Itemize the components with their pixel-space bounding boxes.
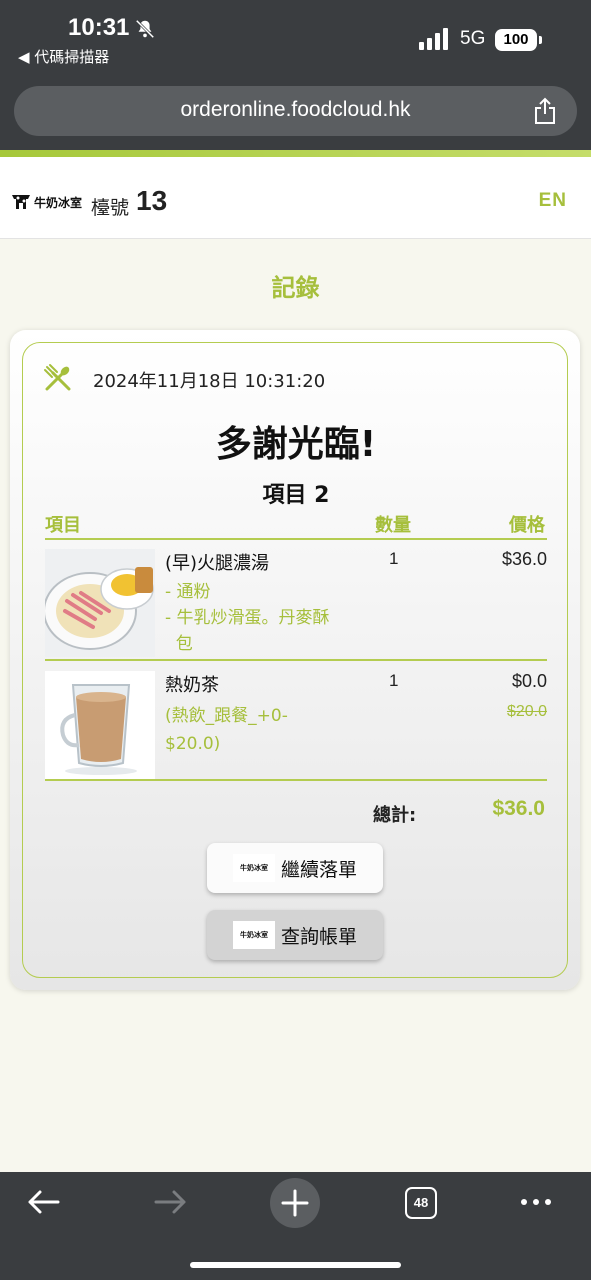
url-text: orderonline.foodcloud.hk (180, 98, 411, 121)
column-header-item: 項目 (45, 515, 81, 536)
item-option: $20.0) (165, 734, 221, 754)
order-row: 熱奶茶 (熱飲_跟餐_+0- $20.0) 1 $0.0 $20.0 (45, 671, 547, 779)
item-option: - 通粉 (165, 582, 211, 602)
url-bar[interactable]: orderonline.foodcloud.hk (14, 86, 577, 136)
drink-image (45, 671, 155, 779)
item-qty: 1 (389, 671, 399, 690)
item-count: 項目 2 (262, 483, 330, 508)
divider (45, 779, 547, 781)
item-qty: 1 (389, 549, 399, 568)
accent-strip (0, 150, 591, 157)
table-number: 13 (136, 185, 168, 216)
item-price: $36.0 (501, 549, 547, 569)
item-option: (熱飲_跟餐_+0- (165, 706, 288, 726)
item-original-price: $20.0 (506, 703, 547, 720)
total-value: $36.0 (492, 797, 545, 820)
order-row: (早)火腿濃湯 - 通粉 - 牛乳炒滑蛋。丹麥酥 包 1 $36.0 (45, 549, 547, 657)
item-option: 包 (165, 634, 193, 654)
thank-you-heading: 多謝光臨! (215, 424, 377, 465)
page-title: 記錄 (271, 274, 320, 302)
food-image (45, 549, 155, 657)
language-toggle[interactable]: EN (539, 190, 567, 212)
item-name: (早)火腿濃湯 (165, 553, 270, 574)
battery-indicator: 100 (495, 29, 542, 51)
column-header-qty: 數量 (375, 515, 411, 536)
total-label: 總計: (373, 805, 417, 826)
view-bill-button[interactable]: 牛奶冰室 查詢帳單 (207, 910, 383, 960)
divider (45, 538, 547, 540)
new-tab-icon[interactable] (270, 1178, 320, 1228)
share-icon[interactable] (533, 97, 557, 125)
continue-ordering-button[interactable]: 牛奶冰室 繼續落單 (207, 843, 383, 893)
tabs-button[interactable]: 48 (405, 1187, 437, 1219)
receipt-card-inner: 2024年11月18日 10:31:20 多謝光臨! 項目 2 項目 數量 價格… (22, 342, 568, 978)
cow-logo-icon (12, 195, 30, 209)
logo-text: 牛奶冰室 (34, 195, 83, 210)
item-price: $0.0 (511, 671, 547, 691)
receipt-card: 2024年11月18日 10:31:20 多謝光臨! 項目 2 項目 數量 價格… (10, 330, 580, 990)
bell-off-icon (135, 19, 155, 39)
back-to-app-link[interactable]: ◀ 代碼掃描器 (18, 46, 109, 67)
cellular-signal-icon (419, 28, 448, 50)
home-indicator (190, 1262, 401, 1268)
restaurant-logo[interactable]: 牛奶冰室 (10, 191, 82, 213)
network-type: 5G (460, 28, 486, 49)
button-logo: 牛奶冰室 (232, 854, 275, 882)
column-header-price: 價格 (509, 515, 545, 536)
forward-arrow-icon[interactable] (146, 1186, 194, 1218)
site-header: 牛奶冰室 檯號 13 EN (0, 157, 591, 239)
back-arrow-icon[interactable] (20, 1186, 68, 1218)
table-label: 檯號 (91, 197, 130, 219)
view-bill-label: 查詢帳單 (280, 925, 357, 948)
item-name: 熱奶茶 (165, 675, 219, 696)
button-logo: 牛奶冰室 (232, 921, 275, 949)
item-option: - 牛乳炒滑蛋。丹麥酥 (165, 608, 330, 628)
browser-chrome: 10:31 ◀ 代碼掃描器 5G 100 orderonline.foodclo… (0, 0, 591, 150)
continue-ordering-label: 繼續落單 (280, 858, 357, 881)
button-logo-text: 牛奶冰室 (239, 864, 268, 872)
button-logo-text: 牛奶冰室 (239, 931, 268, 939)
status-time: 10:31 (68, 14, 130, 41)
divider (45, 659, 547, 661)
more-icon[interactable] (512, 1186, 560, 1218)
order-datetime: 2024年11月18日 10:31:20 (93, 371, 326, 392)
utensils-icon (44, 364, 71, 391)
